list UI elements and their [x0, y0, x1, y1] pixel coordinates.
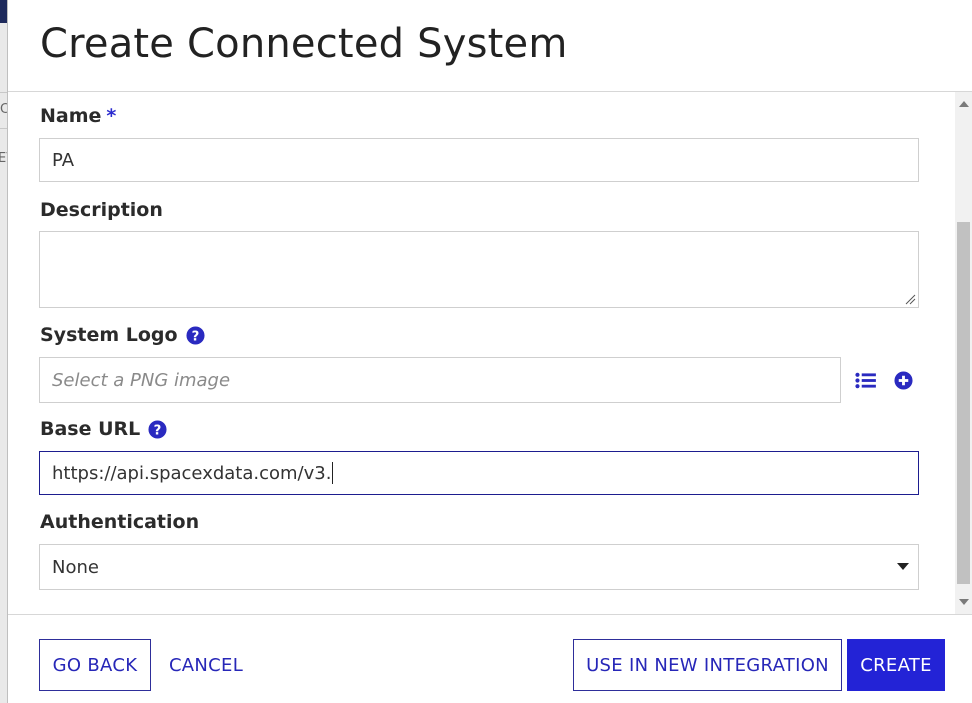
- system-logo-label: System Logo ?: [40, 322, 205, 348]
- name-input[interactable]: PA: [39, 138, 919, 182]
- text-cursor: [332, 462, 334, 484]
- base-url-label: Base URL ?: [40, 416, 167, 442]
- system-logo-picker[interactable]: Select a PNG image: [39, 357, 841, 403]
- base-url-input[interactable]: https://api.spacexdata.com/v3.: [39, 451, 919, 495]
- description-label: Description: [40, 197, 163, 223]
- cancel-button[interactable]: CANCEL: [159, 639, 253, 691]
- scroll-down-arrow-icon[interactable]: [959, 599, 969, 605]
- resize-grip-icon[interactable]: [904, 293, 916, 305]
- dialog-title: Create Connected System: [40, 21, 568, 67]
- name-label: Name *: [40, 103, 116, 129]
- form-scroll-area: Name * PA Description System Logo ? Sele…: [8, 92, 972, 614]
- base-url-input-value: https://api.spacexdata.com/v3.: [52, 462, 332, 484]
- chevron-down-icon: [897, 563, 909, 570]
- background-header-bar: [0, 0, 7, 23]
- base-url-label-text: Base URL: [40, 418, 141, 440]
- go-back-button[interactable]: GO BACK: [39, 639, 151, 691]
- footer-divider: [8, 614, 972, 615]
- authentication-selected-value: None: [52, 556, 99, 578]
- system-logo-label-text: System Logo: [40, 324, 178, 346]
- background-app-edge: C EV: [0, 0, 8, 703]
- name-label-text: Name: [40, 105, 102, 127]
- authentication-select[interactable]: None: [39, 544, 919, 590]
- background-divider: [0, 92, 7, 93]
- svg-text:?: ?: [154, 423, 162, 438]
- form-scrollbar[interactable]: [955, 92, 972, 614]
- name-input-value: PA: [52, 149, 75, 171]
- list-icon[interactable]: [853, 368, 877, 392]
- background-divider: [0, 128, 7, 129]
- scrollbar-thumb[interactable]: [957, 222, 970, 584]
- use-in-new-integration-button[interactable]: USE IN NEW INTEGRATION: [573, 639, 842, 691]
- create-connected-system-dialog: Create Connected System Name * PA Descri…: [8, 0, 972, 703]
- system-logo-placeholder: Select a PNG image: [52, 369, 231, 391]
- question-circle-icon[interactable]: ?: [148, 419, 167, 439]
- description-textarea[interactable]: [39, 231, 919, 308]
- svg-text:?: ?: [191, 329, 199, 344]
- authentication-label: Authentication: [40, 509, 199, 535]
- scroll-up-arrow-icon[interactable]: [959, 101, 969, 107]
- question-circle-icon[interactable]: ?: [186, 325, 205, 345]
- authentication-label-text: Authentication: [40, 511, 200, 533]
- create-button[interactable]: CREATE: [847, 639, 945, 691]
- required-marker: *: [106, 105, 117, 127]
- add-circle-icon[interactable]: [891, 368, 915, 392]
- background-text-fragment: EV: [0, 151, 7, 167]
- description-label-text: Description: [40, 199, 163, 221]
- background-text-fragment: C: [0, 102, 7, 118]
